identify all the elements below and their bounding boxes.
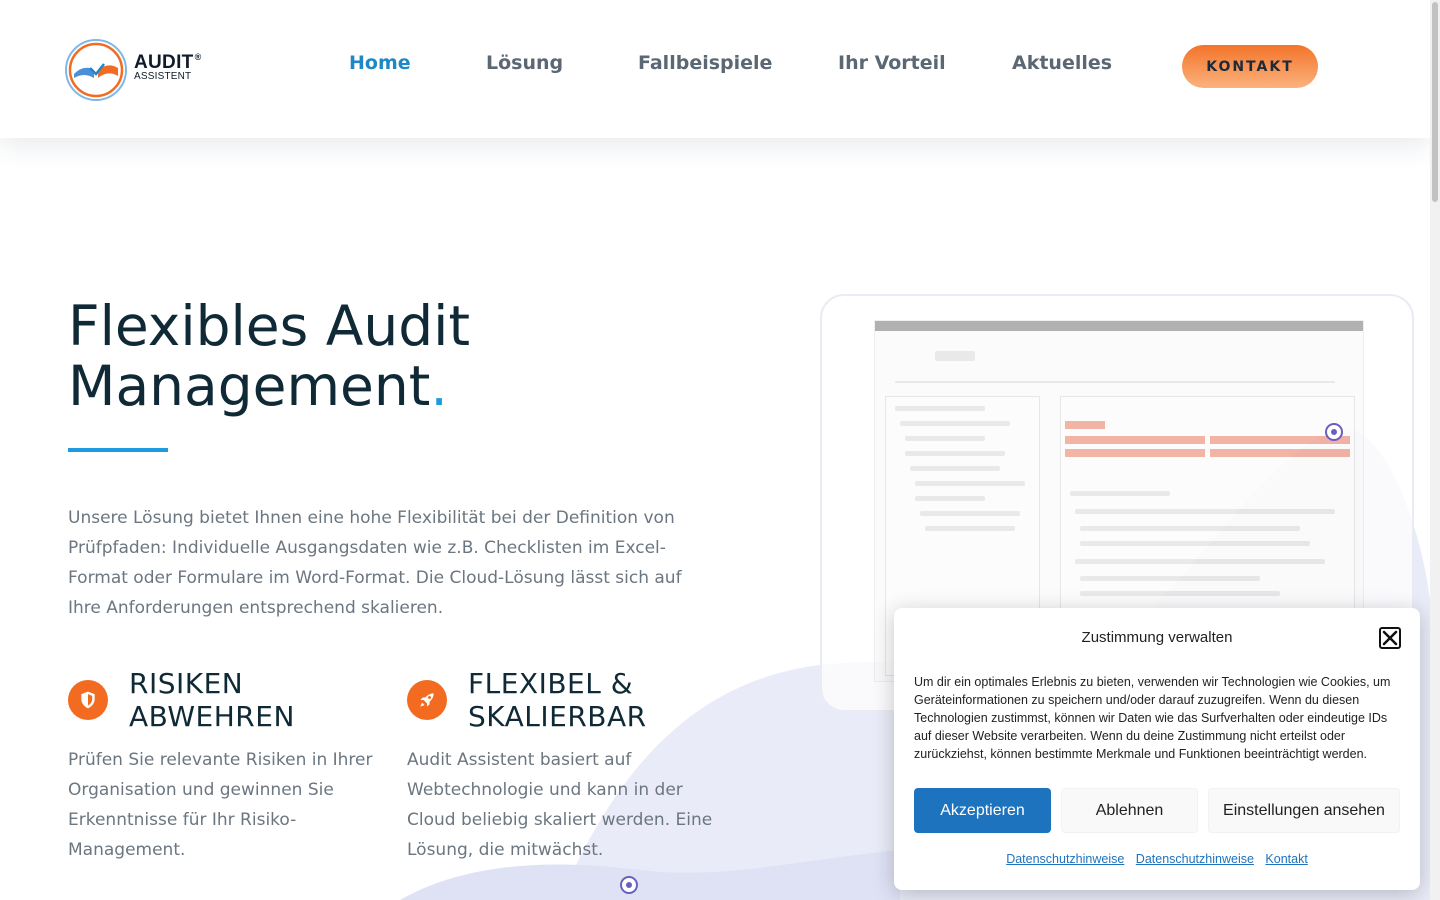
shield-icon [68,680,108,720]
scrollbar-thumb[interactable] [1432,2,1438,202]
hero-title-dot: . [430,354,448,418]
feature-text: Prüfen Sie relevante Risiken in Ihrer Or… [68,750,373,860]
hero-divider [68,448,168,452]
nav-aktuelles[interactable]: Aktuelles [1012,52,1112,74]
hotspot-marker[interactable] [620,876,638,894]
hotspot-marker[interactable] [1325,423,1343,441]
nav-home[interactable]: Home [349,52,411,74]
close-icon[interactable] [1379,627,1401,649]
audit-logo-icon [65,39,127,101]
hero-title-line2: Management [68,354,431,418]
hero-title-line1: Flexibles Audit [68,294,471,358]
feature-flexibel: FLEXIBEL & SKALIERBAR Audit Assistent bas… [407,667,727,867]
feature-title: RISIKEN ABWEHREN [129,667,295,733]
nav-fallbeispiele[interactable]: Fallbeispiele [638,52,772,74]
hero-title: Flexibles Audit Management. [68,296,748,416]
logo-tagline: ASSISTENT [134,71,192,82]
cookie-consent-dialog: Zustimmung verwalten Um dir ein optimale… [894,608,1420,890]
kontakt-button[interactable]: KONTAKT [1182,45,1318,88]
contact-link[interactable]: Kontakt [1265,852,1307,866]
nav-ihr-vorteil[interactable]: Ihr Vorteil [838,52,946,74]
logo[interactable]: AUDIT® ASSISTENT [64,38,204,104]
view-settings-button[interactable]: Einstellungen ansehen [1208,788,1400,833]
privacy-link[interactable]: Datenschutzhinweise [1006,852,1124,866]
cookie-links: Datenschutzhinweise Datenschutzhinweise … [894,852,1420,866]
deny-button[interactable]: Ablehnen [1061,788,1198,833]
accept-button[interactable]: Akzeptieren [914,788,1051,833]
nav-loesung[interactable]: Lösung [486,52,563,74]
privacy-link[interactable]: Datenschutzhinweise [1136,852,1254,866]
rocket-icon [407,680,447,720]
cookie-dialog-title: Zustimmung verwalten [1081,629,1233,646]
page-scrollbar[interactable] [1430,0,1440,900]
hero-description: Unsere Lösung bietet Ihnen eine hohe Fle… [68,508,682,618]
feature-risiken: RISIKEN ABWEHREN Prüfen Sie relevante Ris… [68,667,388,867]
cookie-dialog-text: Um dir ein optimales Erlebnis zu bieten,… [914,675,1391,761]
site-header: AUDIT® ASSISTENT Home Lösung Fallbeispie… [0,0,1430,138]
feature-text: Audit Assistent basiert auf Webtechnolog… [407,750,713,860]
feature-title: FLEXIBEL & SKALIERBAR [468,667,647,733]
